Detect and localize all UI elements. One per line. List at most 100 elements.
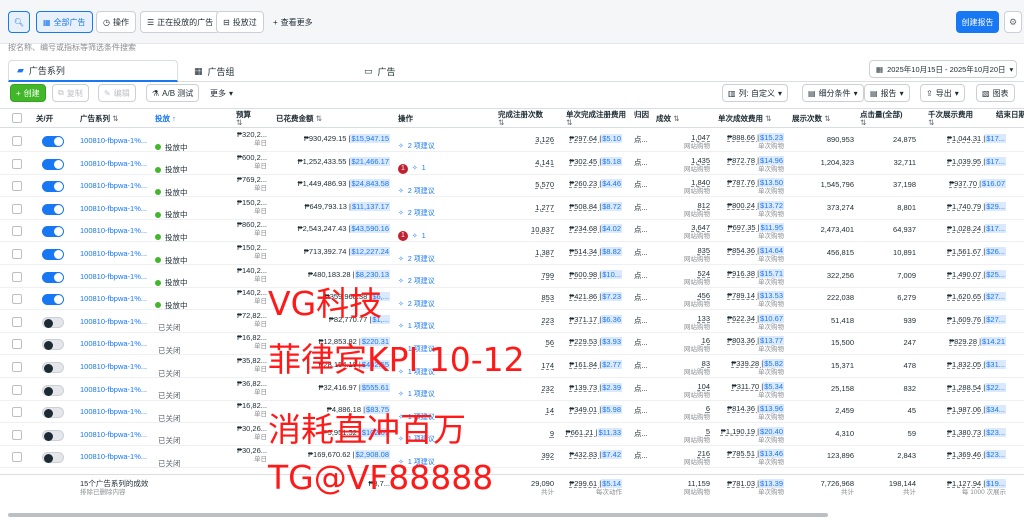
col-ops[interactable]: 操作	[398, 115, 413, 123]
col-results[interactable]: 成效 ⇅	[656, 115, 679, 123]
date-range-picker[interactable]: ▦ 2025年10月15日 - 2025年10月20日 ▾	[869, 60, 1017, 78]
row-checkbox[interactable]	[12, 316, 22, 327]
charts-button[interactable]: ▧ 图表	[976, 84, 1015, 102]
row-checkbox[interactable]	[12, 203, 22, 214]
on-off-toggle[interactable]	[42, 407, 64, 419]
select-all-checkbox[interactable]	[12, 113, 22, 123]
recommendations-link[interactable]: 2 项建议	[408, 209, 435, 218]
row-checkbox[interactable]	[12, 339, 22, 350]
col-spent[interactable]: 已花费金额 ⇅	[276, 115, 322, 123]
row-checkbox[interactable]	[12, 181, 22, 192]
create-button[interactable]: + 创建	[10, 84, 46, 102]
cpm-php: ₱829.28 |	[949, 337, 982, 347]
on-off-toggle[interactable]	[42, 294, 64, 306]
recommendations-link[interactable]: 2 项建议	[408, 187, 435, 196]
search-input[interactable]: 按名称、编号或指标等筛选条件搜索	[8, 38, 1016, 56]
col-onoff[interactable]: 关/开	[36, 115, 53, 123]
status-dot	[155, 166, 161, 173]
on-off-toggle[interactable]	[42, 181, 64, 193]
settings-icon[interactable]: ⚙	[1004, 11, 1022, 33]
reports-dropdown[interactable]: ▤ 报告 ▾	[864, 84, 910, 102]
on-off-toggle[interactable]	[42, 429, 64, 441]
recommendations-link[interactable]: 1	[422, 232, 426, 241]
row-checkbox[interactable]	[12, 271, 22, 282]
on-off-toggle[interactable]	[42, 362, 64, 373]
edit-button[interactable]: ✎ 编辑	[98, 84, 136, 102]
ab-test-button[interactable]: ⚗ A/B 测试	[146, 84, 200, 102]
toggle-knob	[54, 272, 63, 282]
row-checkbox[interactable]	[12, 294, 22, 305]
recommendations-link[interactable]: 2 项建议	[408, 255, 435, 264]
delivered-button[interactable]: ⊟ 投放过	[216, 11, 264, 33]
cpm-usd: $31...	[985, 360, 1006, 369]
lightbulb-icon: ✧	[411, 165, 418, 173]
on-off-toggle[interactable]	[42, 339, 64, 351]
col-registrations[interactable]: 完成注册次数 ⇅	[498, 111, 543, 127]
history-icon: ◷	[103, 17, 110, 27]
tab-ads[interactable]: ▭ 广告	[356, 60, 526, 82]
horizontal-scrollbar[interactable]	[8, 513, 828, 517]
table-row: 100810-fbpwa-1%... 已关闭 ₱30,26... 单日 ₱169,670…	[0, 446, 1024, 469]
recommendations-link[interactable]: 2 项建议	[408, 142, 435, 151]
more-button[interactable]: 更多 ▾	[204, 84, 239, 102]
col-campaign[interactable]: 广告系列 ⇅	[80, 115, 118, 123]
recommendations-link[interactable]: 1 项建议	[408, 390, 435, 399]
breakdown-dropdown[interactable]: ▤ 细分条件 ▾	[802, 84, 864, 102]
recommendations-link[interactable]: 1	[422, 164, 426, 173]
actions-button[interactable]: ◷ 操作	[96, 11, 136, 33]
row-checkbox[interactable]	[12, 429, 22, 440]
columns-dropdown[interactable]: ▥ 列: 自定义 ▾	[722, 84, 789, 102]
on-off-toggle[interactable]	[42, 271, 64, 283]
toggle-knob	[44, 341, 53, 351]
row-checkbox[interactable]	[12, 384, 22, 395]
tab-adsets[interactable]: ▦ 广告组	[186, 60, 356, 82]
col-delivery[interactable]: 投放 ↑	[155, 115, 176, 123]
cost-per-result-php: ₱622.34 |	[727, 313, 760, 323]
col-cpm[interactable]: 千次展示费用 ⇅	[928, 111, 973, 127]
on-off-toggle[interactable]	[42, 384, 64, 396]
duplicate-button[interactable]: ⧉ 复制	[52, 84, 89, 102]
active-ads-button[interactable]: ☰ 正在投放的广告	[140, 11, 221, 33]
budget-value: ₱35,82...	[236, 356, 267, 365]
on-off-toggle[interactable]	[42, 249, 64, 260]
status-dot	[155, 257, 161, 263]
col-date[interactable]: 归因	[634, 111, 649, 119]
row-checkbox[interactable]	[12, 452, 22, 463]
row-checkbox[interactable]	[12, 362, 22, 372]
recommendations-link[interactable]: 2 项建议	[408, 277, 435, 286]
row-checkbox[interactable]	[12, 226, 22, 237]
cpm-usd: $14.21	[981, 337, 1006, 347]
col-cost-per-result[interactable]: 单次成效费用 ⇅	[718, 115, 771, 123]
search-icon[interactable]: 🔍︎	[8, 11, 30, 33]
toggle-knob	[44, 318, 53, 328]
on-off-toggle[interactable]	[42, 316, 64, 328]
tab-campaigns[interactable]: ▰ 广告系列	[8, 60, 178, 82]
recommendations-link[interactable]: 1 项建议	[408, 322, 435, 331]
row-checkbox[interactable]	[12, 407, 22, 418]
create-report-button[interactable]: 创建报告	[956, 11, 999, 33]
cpm-usd: $23...	[985, 427, 1006, 437]
col-cost-per-reg[interactable]: 单次完成注册费用 ⇅	[566, 111, 626, 127]
cost-per-result-php: ₱787.76 |	[727, 178, 760, 188]
col-impressions[interactable]: 展示次数 ⇅	[792, 115, 830, 123]
col-budget[interactable]: 预算 ⇅	[236, 111, 251, 127]
budget-sub: 单日	[254, 140, 267, 147]
row-checkbox[interactable]	[12, 158, 22, 169]
row-checkbox[interactable]	[12, 136, 22, 146]
all-ads-button[interactable]: ▦ 全部广告	[36, 11, 93, 33]
budget-sub: 单日	[254, 207, 267, 215]
col-clicks[interactable]: 点击量(全部) ⇅	[860, 111, 903, 127]
export-dropdown[interactable]: ⇪ 导出 ▾	[920, 84, 965, 102]
more-views-button[interactable]: + 查看更多	[266, 11, 320, 33]
recommendations-link[interactable]: 2 项建议	[408, 300, 435, 309]
col-end[interactable]: 结束日期	[996, 111, 1024, 119]
on-off-toggle[interactable]	[42, 226, 64, 238]
on-off-toggle[interactable]	[42, 158, 64, 170]
on-off-toggle[interactable]	[42, 203, 64, 215]
table-footer: 15个广告系列的成效 排除已删除内容 ₱8,7... 29,090 共计 ₱299.…	[0, 474, 1024, 504]
row-checkbox[interactable]	[12, 249, 22, 259]
on-off-toggle[interactable]	[42, 136, 64, 147]
on-off-toggle[interactable]	[42, 452, 64, 464]
campaign-name-link[interactable]: 100810-fbpwa-1%...	[80, 452, 152, 474]
lightbulb-icon: ✧	[398, 300, 404, 308]
